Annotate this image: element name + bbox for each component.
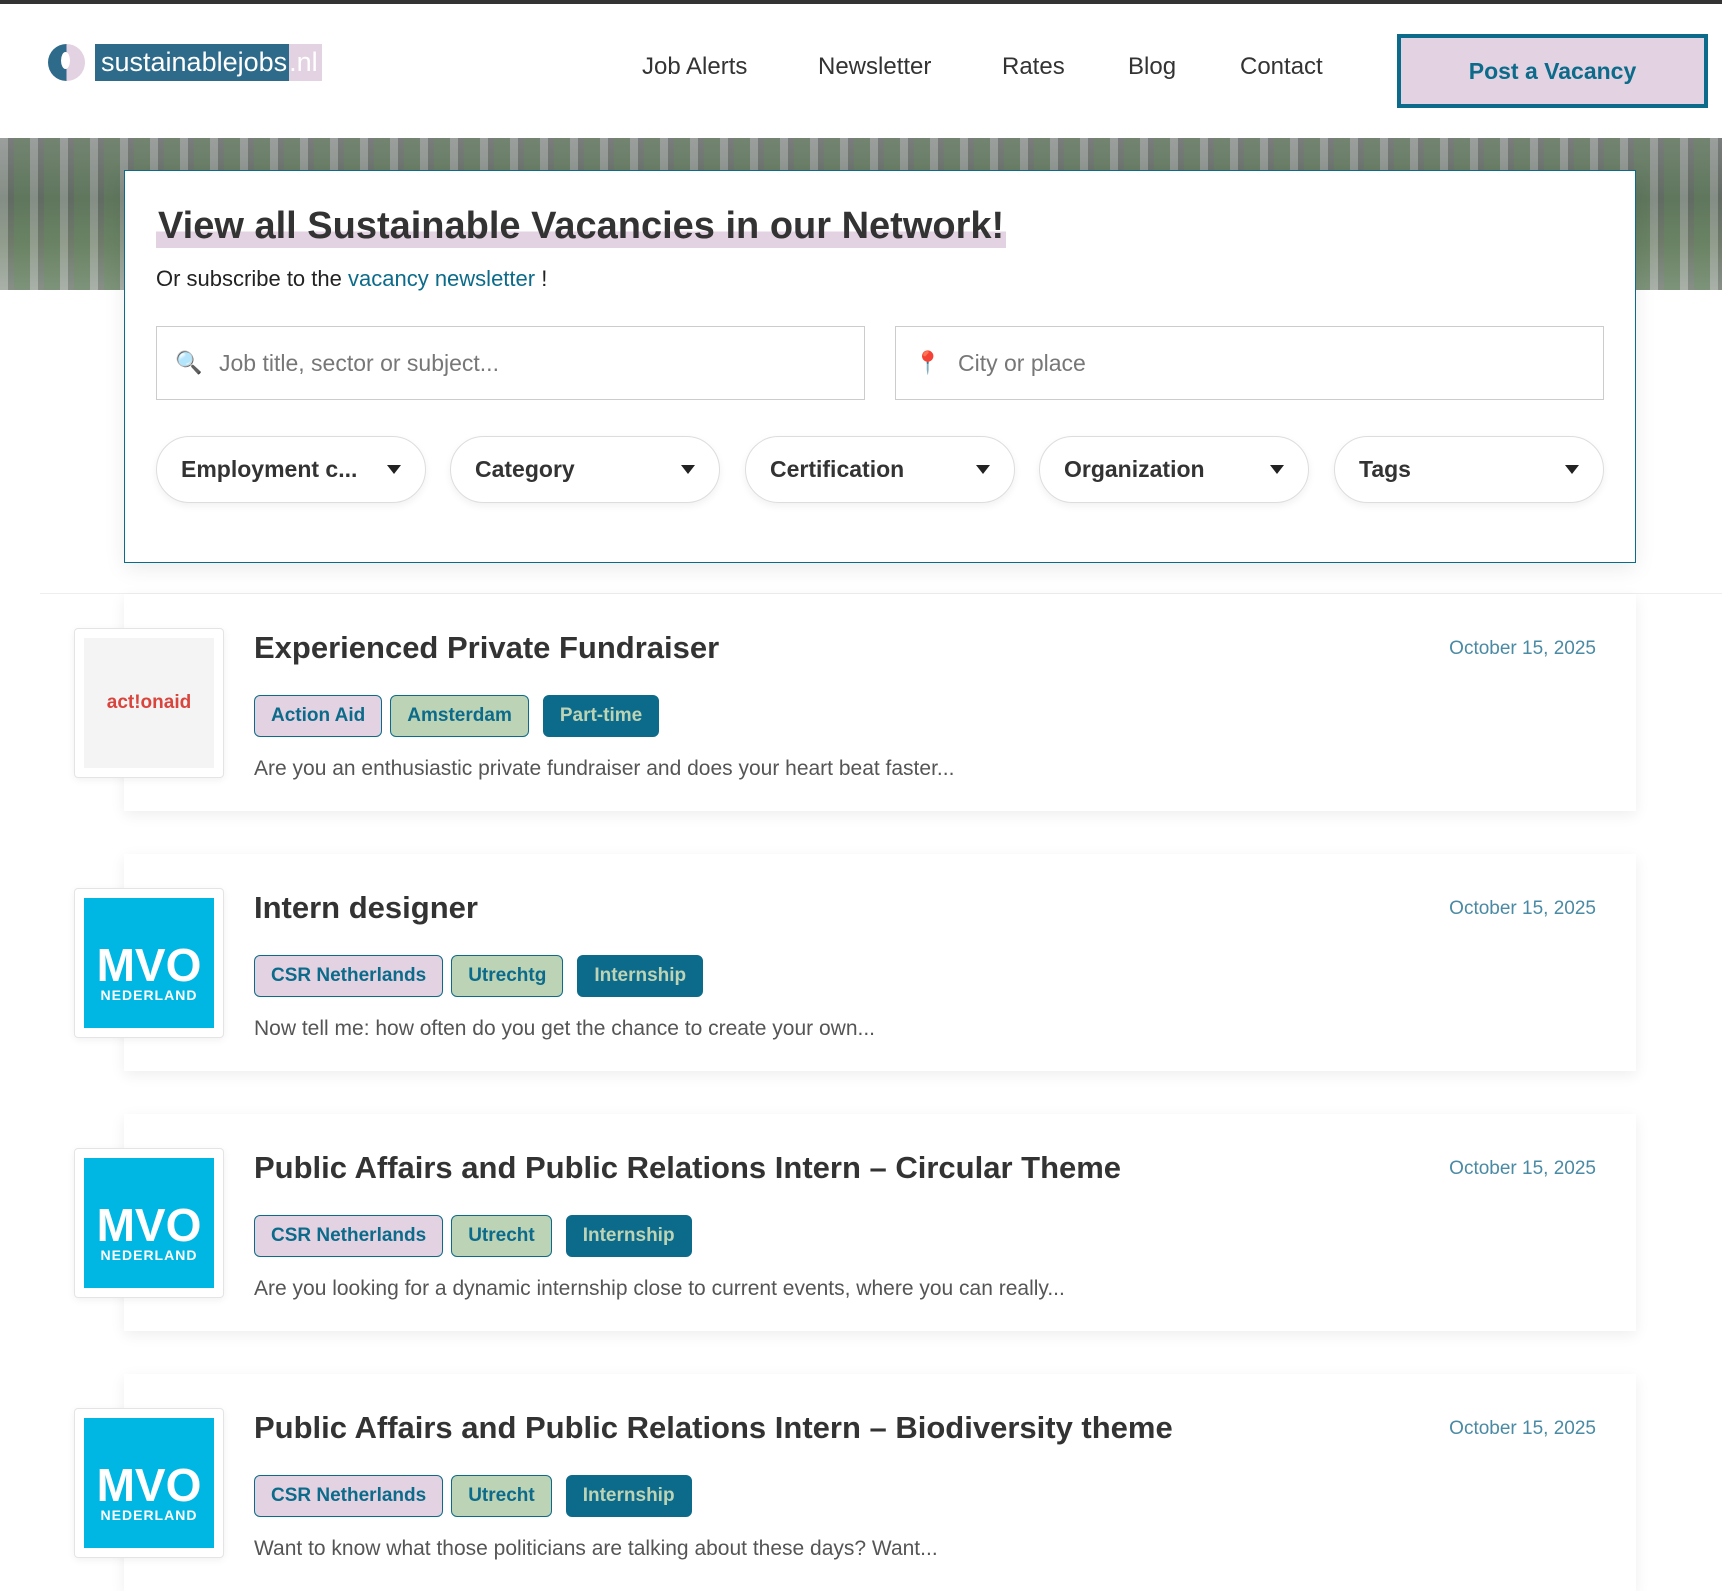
job-card[interactable]: MVONEDERLAND Public Affairs and Public R… [124,1374,1636,1591]
filter-category[interactable]: Category [450,436,720,503]
job-title[interactable]: Experienced Private Fundraiser [254,630,719,666]
tag-organization[interactable]: CSR Netherlands [254,1475,443,1517]
tag-organization[interactable]: Action Aid [254,695,382,737]
filter-employment[interactable]: Employment c... [156,436,426,503]
job-date: October 15, 2025 [1449,1418,1596,1440]
caret-down-icon [1565,465,1579,474]
nav-blog[interactable]: Blog [1128,53,1176,81]
nav-job-alerts[interactable]: Job Alerts [642,53,747,81]
logo-text: sustainablejobs [95,44,289,81]
tag-location[interactable]: Amsterdam [390,695,529,737]
mvo-logo: MVONEDERLAND [84,898,214,1028]
filter-label: Employment c... [181,456,357,483]
filter-label: Organization [1064,456,1205,483]
caret-down-icon [681,465,695,474]
tag-location[interactable]: Utrecht [451,1475,552,1517]
job-description: Want to know what those politicians are … [254,1537,938,1561]
filter-label: Certification [770,456,904,483]
nav-newsletter[interactable]: Newsletter [818,53,931,81]
job-card[interactable]: MVONEDERLAND Public Affairs and Public R… [124,1114,1636,1331]
logo-subtext: NEDERLAND [101,1507,198,1523]
newsletter-link[interactable]: vacancy newsletter [348,266,535,291]
job-date: October 15, 2025 [1449,1158,1596,1180]
job-date: October 15, 2025 [1449,898,1596,920]
map-pin-icon: 📍 [914,350,942,376]
logo-leaf-icon [48,44,85,81]
job-tags: CSR NetherlandsUtrechtg Internship [254,955,703,997]
tag-employment-type[interactable]: Internship [566,1475,692,1517]
job-title[interactable]: Public Affairs and Public Relations Inte… [254,1410,1173,1446]
caret-down-icon [1270,465,1284,474]
search-panel: View all Sustainable Vacancies in our Ne… [124,170,1636,563]
nav-contact[interactable]: Contact [1240,53,1323,81]
location-placeholder: City or place [958,350,1086,377]
job-card[interactable]: MVONEDERLAND Intern designer October 15,… [124,854,1636,1071]
filter-certification[interactable]: Certification [745,436,1015,503]
job-tags: Action AidAmsterdam Part-time [254,695,659,737]
mvo-logo: MVONEDERLAND [84,1158,214,1288]
top-bar [0,0,1722,4]
tag-organization[interactable]: CSR Netherlands [254,955,443,997]
caret-down-icon [976,465,990,474]
job-tags: CSR NetherlandsUtrecht Internship [254,1475,692,1517]
logo-tld: .nl [289,44,322,81]
logo-text: MVO [97,1203,202,1247]
company-logo[interactable]: MVONEDERLAND [74,1408,224,1558]
filter-tags[interactable]: Tags [1334,436,1604,503]
logo-text: act!onaid [107,692,191,714]
logo-subtext: NEDERLAND [101,1247,198,1263]
tag-employment-type[interactable]: Internship [577,955,703,997]
job-title[interactable]: Intern designer [254,890,478,926]
mvo-logo: MVONEDERLAND [84,1418,214,1548]
page-title: View all Sustainable Vacancies in our Ne… [156,205,1006,248]
company-logo[interactable]: MVONEDERLAND [74,888,224,1038]
subtitle: Or subscribe to the vacancy newsletter ! [156,266,547,292]
job-card[interactable]: act!onaid Experienced Private Fundraiser… [124,594,1636,811]
tag-location[interactable]: Utrechtg [451,955,563,997]
filter-organization[interactable]: Organization [1039,436,1309,503]
logo-subtext: NEDERLAND [101,987,198,1003]
tag-location[interactable]: Utrecht [451,1215,552,1257]
job-description: Are you an enthusiastic private fundrais… [254,757,954,781]
company-logo[interactable]: MVONEDERLAND [74,1148,224,1298]
actionaid-logo: act!onaid [84,638,214,768]
tag-organization[interactable]: CSR Netherlands [254,1215,443,1257]
location-input[interactable]: 📍 City or place [895,326,1604,400]
logo-text: MVO [97,943,202,987]
filter-label: Tags [1359,456,1411,483]
tag-employment-type[interactable]: Internship [566,1215,692,1257]
logo-text: MVO [97,1463,202,1507]
job-tags: CSR NetherlandsUtrecht Internship [254,1215,692,1257]
job-title[interactable]: Public Affairs and Public Relations Inte… [254,1150,1121,1186]
keyword-placeholder: Job title, sector or subject... [219,350,499,377]
site-logo[interactable]: sustainablejobs.nl [48,44,322,81]
post-vacancy-button[interactable]: Post a Vacancy [1397,34,1708,108]
nav-rates[interactable]: Rates [1002,53,1065,81]
company-logo[interactable]: act!onaid [74,628,224,778]
caret-down-icon [387,465,401,474]
job-description: Are you looking for a dynamic internship… [254,1277,1065,1301]
subtitle-suffix: ! [535,266,547,291]
filter-label: Category [475,456,575,483]
keyword-search-input[interactable]: 🔍 Job title, sector or subject... [156,326,865,400]
tag-employment-type[interactable]: Part-time [543,695,659,737]
job-date: October 15, 2025 [1449,638,1596,660]
subtitle-text: Or subscribe to the [156,266,342,291]
search-icon: 🔍 [175,350,203,376]
job-description: Now tell me: how often do you get the ch… [254,1017,875,1041]
